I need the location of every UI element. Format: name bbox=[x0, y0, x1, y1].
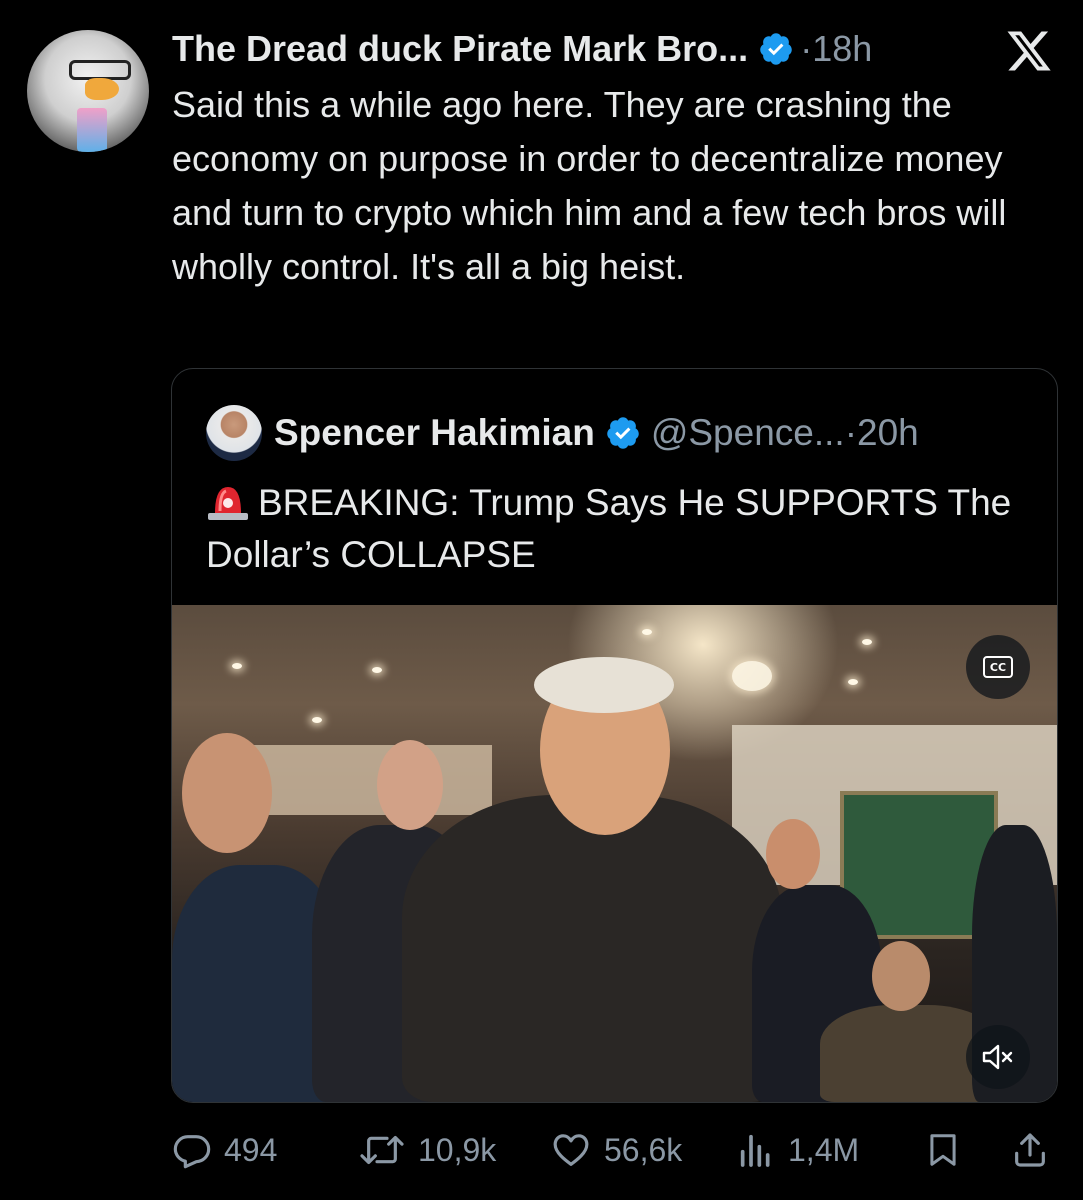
ceiling-light bbox=[232, 663, 242, 669]
reply-icon bbox=[173, 1135, 211, 1169]
quoted-verified-badge-icon bbox=[607, 417, 639, 449]
person-left-head bbox=[182, 733, 272, 853]
share-button[interactable] bbox=[1010, 1122, 1050, 1178]
views-button[interactable]: 1,4M bbox=[736, 1122, 859, 1178]
siren-emoji-icon bbox=[208, 487, 248, 520]
ceiling-light bbox=[372, 667, 382, 673]
like-count: 56,6k bbox=[604, 1131, 683, 1168]
repost-icon bbox=[360, 1135, 404, 1165]
tweet-actions: 494 10,9k 56,6k 1,4M bbox=[172, 1122, 1052, 1178]
quoted-author-handle[interactable]: @Spence...·20h bbox=[651, 412, 919, 454]
avatar-glasses bbox=[69, 60, 131, 80]
captions-button[interactable]: CC bbox=[966, 635, 1030, 699]
bookmark-button[interactable] bbox=[924, 1122, 962, 1178]
tweet-time-value: 18h bbox=[812, 28, 873, 69]
ceiling-light bbox=[848, 679, 858, 685]
repost-count: 10,9k bbox=[418, 1131, 497, 1168]
quoted-author-avatar[interactable] bbox=[206, 405, 262, 461]
heart-icon bbox=[553, 1134, 589, 1166]
author-avatar[interactable] bbox=[27, 30, 149, 152]
person-back-head bbox=[377, 740, 443, 830]
quoted-time-value: 20h bbox=[857, 412, 919, 453]
ceiling-light bbox=[642, 629, 652, 635]
quoted-tweet-text: BREAKING: Trump Says He SUPPORTS The Dol… bbox=[206, 477, 1026, 581]
avatar-beak bbox=[85, 78, 119, 100]
ceiling-light bbox=[732, 661, 772, 691]
repost-button[interactable]: 10,9k bbox=[358, 1122, 496, 1178]
quoted-tweet-header: Spencer Hakimian @Spence...·20h bbox=[206, 405, 919, 461]
ceiling-light bbox=[312, 717, 322, 723]
view-count: 1,4M bbox=[788, 1131, 860, 1168]
muted-speaker-icon bbox=[982, 1044, 1013, 1070]
tweet-header: The Dread duck Pirate Mark Bro... ·18h bbox=[172, 26, 972, 72]
tweet-text: Said this a while ago here. They are cra… bbox=[172, 84, 1007, 287]
person-right-head bbox=[766, 819, 820, 889]
verified-badge-icon bbox=[760, 33, 792, 65]
unmute-button[interactable] bbox=[966, 1025, 1030, 1089]
reply-count: 494 bbox=[224, 1131, 278, 1168]
avatar-cup bbox=[77, 108, 107, 152]
bookmark-icon bbox=[930, 1134, 956, 1166]
person-seated-head bbox=[872, 941, 930, 1011]
quoted-video[interactable]: CC bbox=[172, 605, 1057, 1102]
captions-label: CC bbox=[983, 656, 1013, 678]
reply-button[interactable]: 494 bbox=[172, 1122, 277, 1178]
ceiling-light bbox=[862, 639, 872, 645]
x-logo-icon[interactable] bbox=[1005, 27, 1053, 75]
like-button[interactable]: 56,6k bbox=[550, 1122, 682, 1178]
quoted-author-name[interactable]: Spencer Hakimian bbox=[274, 412, 595, 454]
quoted-text-value: BREAKING: Trump Says He SUPPORTS The Dol… bbox=[206, 482, 1012, 575]
views-icon bbox=[740, 1134, 770, 1167]
share-icon bbox=[1015, 1133, 1045, 1167]
person-center bbox=[402, 795, 782, 1102]
quoted-tweet[interactable]: Spencer Hakimian @Spence...·20h BREAKING… bbox=[171, 368, 1058, 1103]
person-center-hair bbox=[534, 657, 674, 713]
tweet-time[interactable]: ·18h bbox=[800, 28, 872, 70]
quoted-handle-value: @Spence... bbox=[650, 412, 845, 453]
author-display-name[interactable]: The Dread duck Pirate Mark Bro... bbox=[172, 28, 748, 70]
